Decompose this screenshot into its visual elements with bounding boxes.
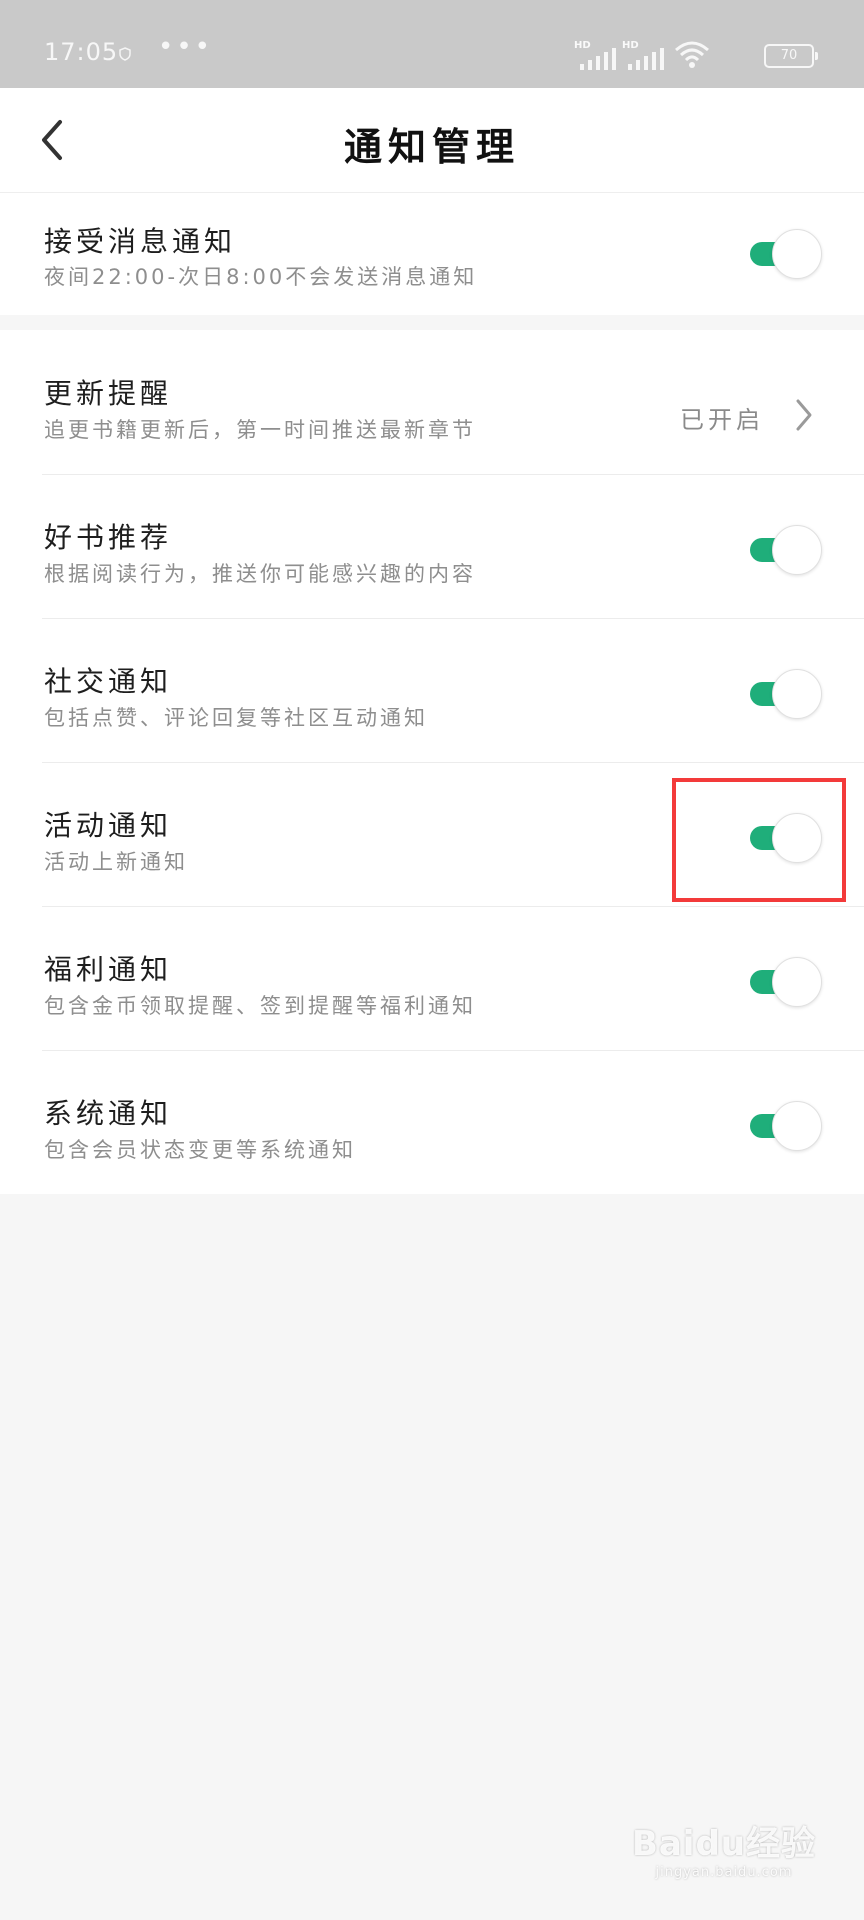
row-subtitle: 活动上新通知 [44, 850, 188, 874]
page-title: 通知管理 [343, 125, 520, 169]
toggle-switch[interactable] [746, 229, 822, 279]
cellular-signal-icon: HD [622, 40, 666, 70]
row-subtitle: 包含金币领取提醒、签到提醒等福利通知 [44, 994, 476, 1018]
cellular-signal-icon: HD [574, 40, 618, 70]
status-bar: 17:05 ••• HD HD 70 [0, 0, 864, 88]
watermark: Baidu经验 jingyan.baidu.com [632, 1816, 816, 1880]
watermark-logo: Baidu经验 [631, 1824, 816, 1864]
wifi-icon [675, 41, 709, 68]
shield-icon [119, 47, 131, 61]
app-header: 通知管理 [0, 88, 864, 193]
row-subtitle: 夜间22:00-次日8:00不会发送消息通知 [44, 265, 478, 289]
list-item: 接受消息通知 夜间22:00-次日8:00不会发送消息通知 [0, 193, 864, 315]
toggle-switch[interactable] [746, 1101, 822, 1151]
highlight-annotation [672, 778, 846, 902]
row-subtitle: 包括点赞、评论回复等社区互动通知 [44, 706, 428, 730]
list-item: 好书推荐 根据阅读行为，推送你可能感兴趣的内容 [0, 474, 864, 619]
row-title: 福利通知 [44, 953, 173, 986]
list-item: 社交通知 包括点赞、评论回复等社区互动通知 [0, 618, 864, 763]
toggle-switch[interactable] [746, 669, 822, 719]
toggle-switch[interactable] [746, 957, 822, 1007]
notification-types-card: 更新提醒 追更书籍更新后，第一时间推送最新章节 已开启 好书推荐 根据阅读行为，… [0, 330, 864, 1194]
status-indicators: HD HD 70 [574, 40, 818, 70]
list-item: 福利通知 包含金币领取提醒、签到提醒等福利通知 [0, 906, 864, 1051]
battery-level: 70 [780, 48, 798, 63]
more-notifications-icon: ••• [158, 32, 214, 62]
row-title: 更新提醒 [44, 377, 173, 410]
battery-icon: 70 [764, 44, 818, 68]
toggle-switch[interactable] [746, 525, 822, 575]
status-time: 17:05 [44, 38, 119, 66]
chevron-right-icon [796, 399, 812, 431]
row-subtitle: 追更书籍更新后，第一时间推送最新章节 [44, 418, 476, 442]
row-value: 已开启 [680, 406, 764, 434]
row-subtitle: 包含会员状态变更等系统通知 [44, 1138, 356, 1162]
row-subtitle: 根据阅读行为，推送你可能感兴趣的内容 [44, 562, 476, 586]
row-title: 社交通知 [44, 665, 173, 698]
message-notification-card: 接受消息通知 夜间22:00-次日8:00不会发送消息通知 [0, 193, 864, 315]
row-title: 系统通知 [44, 1097, 173, 1130]
row-title: 接受消息通知 [44, 225, 237, 258]
list-item: 系统通知 包含会员状态变更等系统通知 [0, 1050, 864, 1194]
row-title: 好书推荐 [44, 521, 173, 554]
list-item[interactable]: 更新提醒 追更书籍更新后，第一时间推送最新章节 已开启 [0, 330, 864, 475]
watermark-url: jingyan.baidu.com [655, 1865, 793, 1880]
row-title: 活动通知 [44, 809, 173, 842]
